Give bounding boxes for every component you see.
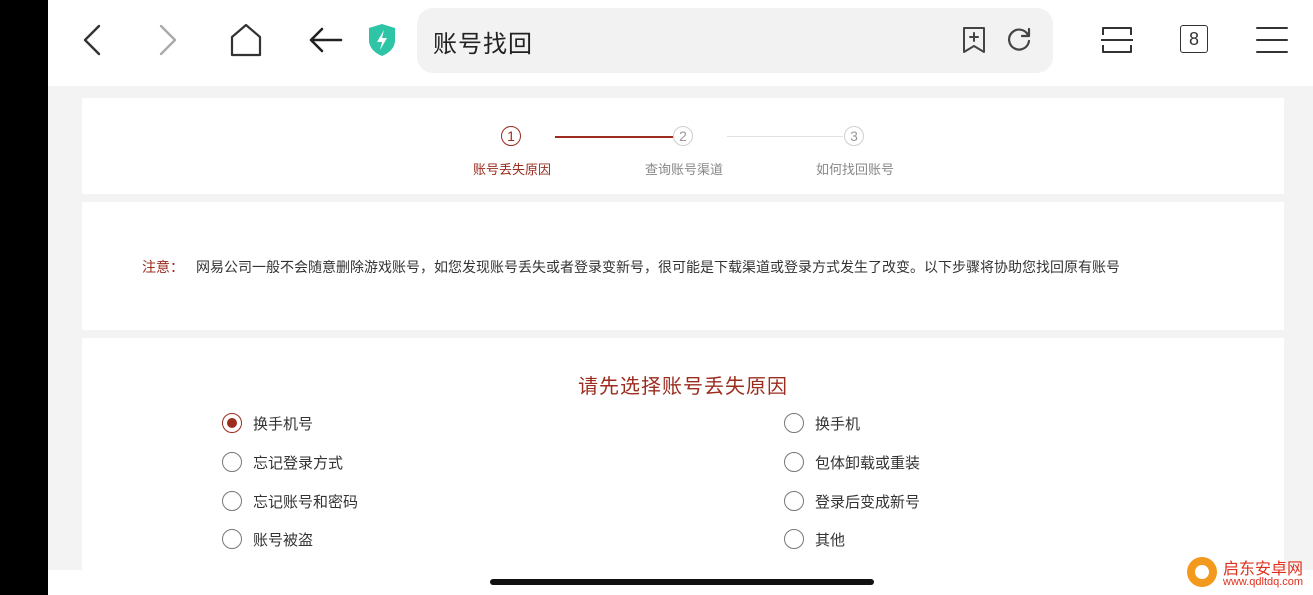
radio-unchecked-icon[interactable] <box>784 529 804 549</box>
option-label: 换手机号 <box>253 414 314 433</box>
watermark-url: www.qdltdq.com <box>1223 576 1304 588</box>
bookmark-add-icon <box>963 27 985 53</box>
option-label: 忘记登录方式 <box>253 453 344 472</box>
radio-unchecked-icon[interactable] <box>222 452 242 472</box>
option-new-account-after-login[interactable]: 登录后变成新号 <box>784 489 920 513</box>
radio-unchecked-icon[interactable] <box>784 452 804 472</box>
page-content: 1 2 3 账号丢失原因 查询账号渠道 如何找回账号 注意： 网易公司一般不会随意… <box>48 86 1313 570</box>
option-account-stolen[interactable]: 账号被盗 <box>222 527 313 551</box>
home-icon <box>230 23 262 57</box>
radio-unchecked-icon[interactable] <box>222 491 242 511</box>
tab-count-button[interactable]: 8 <box>1180 25 1208 53</box>
arrow-left-icon <box>309 27 343 53</box>
hamburger-menu-icon <box>1256 27 1288 53</box>
forward-button[interactable] <box>146 20 190 60</box>
shield-bolt-icon <box>369 24 395 56</box>
back-button[interactable] <box>70 20 114 60</box>
chevron-right-icon <box>159 24 177 56</box>
radio-unchecked-icon[interactable] <box>784 491 804 511</box>
option-change-phone-number[interactable]: 换手机号 <box>222 411 313 435</box>
notice-label: 注意： <box>142 260 184 276</box>
option-app-reinstalled[interactable]: 包体卸载或重装 <box>784 450 920 474</box>
step-3-circle: 3 <box>844 126 864 146</box>
step-1-circle: 1 <box>501 126 521 146</box>
notice-body: 网易公司一般不会随意删除游戏账号，如您发现账号丢失或者登录变新号，很可能是下载渠… <box>196 260 1120 276</box>
step-progress-card: 1 2 3 账号丢失原因 查询账号渠道 如何找回账号 <box>82 98 1284 194</box>
option-forgot-login-method[interactable]: 忘记登录方式 <box>222 450 343 474</box>
loss-reason-card: 请先选择账号丢失原因 换手机号 换手机 忘记登录方式 包体卸载或重装 忘记账号和… <box>82 338 1284 570</box>
option-label: 其他 <box>815 530 846 549</box>
reader-mode-button[interactable] <box>1095 20 1139 60</box>
section-title: 请先选择账号丢失原因 <box>578 374 788 398</box>
option-label: 账号被盗 <box>253 530 314 549</box>
left-black-bar <box>0 0 48 595</box>
notice-text: 注意： 网易公司一般不会随意删除游戏账号，如您发现账号丢失或者登录变新号，很可能是… <box>142 257 1120 277</box>
step-3-label: 如何找回账号 <box>815 163 894 178</box>
security-shield-button[interactable] <box>360 20 404 60</box>
chevron-left-icon <box>83 24 101 56</box>
step-line-pending <box>727 136 843 137</box>
watermark: 启东安卓网 www.qdltdq.com <box>1183 553 1309 591</box>
radio-unchecked-icon[interactable] <box>784 413 804 433</box>
address-title: 账号找回 <box>433 30 533 58</box>
option-label: 换手机 <box>815 414 861 433</box>
browser-toolbar: 账号找回 8 <box>48 0 1313 86</box>
reload-button[interactable] <box>997 20 1041 60</box>
reader-mode-icon <box>1101 27 1133 53</box>
home-indicator[interactable] <box>490 579 874 585</box>
return-button[interactable] <box>304 20 348 60</box>
reload-icon <box>1008 27 1031 51</box>
radio-unchecked-icon[interactable] <box>222 529 242 549</box>
step-2-label: 查询账号渠道 <box>644 163 723 178</box>
option-other[interactable]: 其他 <box>784 527 845 551</box>
option-label: 忘记账号和密码 <box>253 492 359 511</box>
radio-checked-icon[interactable] <box>222 413 242 433</box>
option-forgot-account-password[interactable]: 忘记账号和密码 <box>222 489 358 513</box>
add-bookmark-button[interactable] <box>952 20 996 60</box>
notice-card: 注意： 网易公司一般不会随意删除游戏账号，如您发现账号丢失或者登录变新号，很可能是… <box>82 202 1284 330</box>
home-button[interactable] <box>224 20 268 60</box>
watermark-logo-icon <box>1187 557 1217 587</box>
step-1-label: 账号丢失原因 <box>472 163 551 178</box>
step-2-circle: 2 <box>673 126 693 146</box>
option-change-phone[interactable]: 换手机 <box>784 411 860 435</box>
menu-button[interactable] <box>1250 20 1294 60</box>
option-label: 包体卸载或重装 <box>815 453 921 472</box>
step-line-completed <box>555 136 673 138</box>
option-label: 登录后变成新号 <box>815 492 921 511</box>
